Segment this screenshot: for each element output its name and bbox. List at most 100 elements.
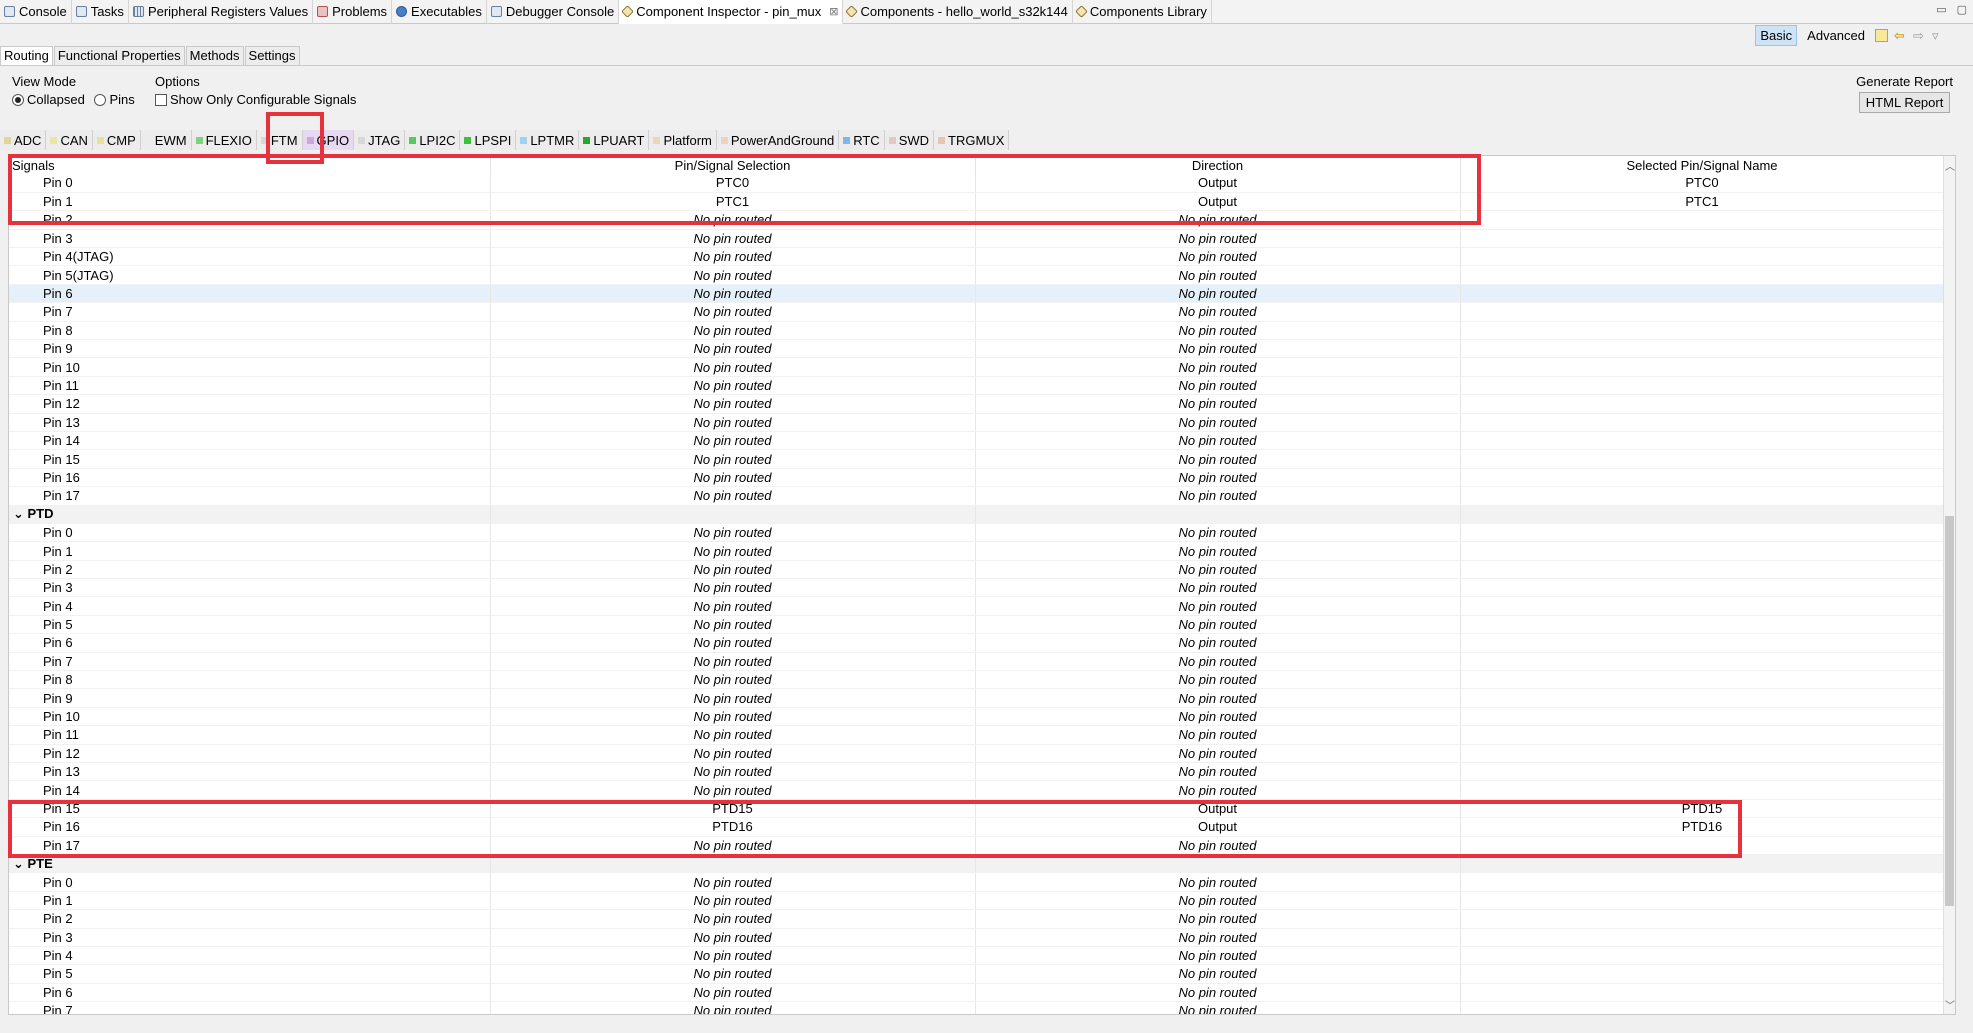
pin-signal-selection-cell[interactable]: PTC1 [490, 192, 976, 212]
vertical-scrollbar[interactable]: ︿ ﹀ [1943, 156, 1955, 1014]
table-row[interactable]: Pin 12 No pin routed No pin routed [9, 394, 1945, 414]
collapsed-radio[interactable]: Collapsed [12, 92, 85, 107]
pin-signal-selection-cell[interactable]: No pin routed [490, 449, 976, 469]
note-icon[interactable] [1875, 29, 1888, 42]
direction-cell[interactable]: Output [975, 799, 1461, 819]
direction-cell[interactable]: No pin routed [975, 983, 1461, 1003]
header-signals[interactable]: Signals [9, 156, 491, 174]
pins-radio[interactable]: Pins [94, 92, 135, 107]
table-row[interactable]: Pin 16 No pin routed No pin routed [9, 468, 1945, 488]
pin-signal-selection-cell[interactable]: No pin routed [490, 909, 976, 929]
table-row[interactable]: Pin 9 No pin routed No pin routed [9, 339, 1945, 359]
table-row[interactable]: Pin 7 No pin routed No pin routed [9, 652, 1945, 672]
direction-cell[interactable]: No pin routed [975, 1001, 1461, 1014]
direction-cell[interactable]: No pin routed [975, 891, 1461, 911]
header-selected-pin-signal-name[interactable]: Selected Pin/Signal Name [1460, 156, 1945, 174]
table-row[interactable]: Pin 13 No pin routed No pin routed [9, 762, 1945, 782]
pin-signal-selection-cell[interactable]: No pin routed [490, 836, 976, 855]
direction-cell[interactable]: No pin routed [975, 836, 1461, 855]
table-row[interactable]: Pin 10 No pin routed No pin routed [9, 357, 1945, 377]
pin-signal-selection-cell[interactable]: No pin routed [490, 284, 976, 304]
peripheral-tab-lpuart[interactable]: LPUART [579, 130, 650, 150]
direction-cell[interactable]: No pin routed [975, 431, 1461, 451]
direction-cell[interactable]: No pin routed [975, 707, 1461, 727]
radio-icon[interactable] [94, 94, 107, 106]
tab-routing[interactable]: Routing [0, 46, 53, 65]
direction-cell[interactable]: No pin routed [975, 596, 1461, 616]
direction-cell[interactable]: No pin routed [975, 928, 1461, 947]
direction-cell[interactable]: No pin routed [975, 615, 1461, 635]
pin-signal-selection-cell[interactable]: PTC0 [490, 174, 976, 193]
pin-signal-selection-cell[interactable]: No pin routed [490, 762, 976, 782]
peripheral-tab-gpio[interactable]: GPIO [302, 130, 355, 150]
direction-cell[interactable]: No pin routed [975, 725, 1461, 745]
direction-cell[interactable]: No pin routed [975, 909, 1461, 929]
direction-cell[interactable]: No pin routed [975, 265, 1461, 285]
group-label[interactable]: ⌄ PTD [9, 505, 491, 524]
direction-cell[interactable]: No pin routed [975, 413, 1461, 432]
pin-signal-selection-cell[interactable]: PTD15 [490, 799, 976, 819]
pin-signal-selection-cell[interactable]: No pin routed [490, 431, 976, 451]
direction-cell[interactable]: No pin routed [975, 210, 1461, 230]
view-tab-component-inspector-pin-mux[interactable]: Component Inspector - pin_mux ⊠ [619, 0, 844, 24]
show-only-configurable-checkbox[interactable]: Show Only Configurable Signals [155, 92, 356, 107]
table-row[interactable]: Pin 8 No pin routed No pin routed [9, 321, 1945, 341]
table-row[interactable]: Pin 2 No pin routed No pin routed [9, 560, 1945, 580]
scroll-up-icon[interactable]: ︿ [1944, 158, 1955, 173]
table-row[interactable]: Pin 2 No pin routed No pin routed [9, 210, 1945, 230]
direction-cell[interactable]: No pin routed [975, 449, 1461, 469]
peripheral-tab-rtc[interactable]: RTC [839, 130, 885, 150]
pin-signal-selection-cell[interactable]: No pin routed [490, 1001, 976, 1014]
peripheral-tab-trgmux[interactable]: TRGMUX [934, 130, 1010, 150]
pin-signal-selection-cell[interactable]: No pin routed [490, 394, 976, 414]
direction-cell[interactable]: No pin routed [975, 964, 1461, 984]
pin-signal-selection-cell[interactable]: No pin routed [490, 596, 976, 616]
table-row[interactable]: Pin 1 No pin routed No pin routed [9, 891, 1945, 911]
table-row[interactable]: Pin 2 No pin routed No pin routed [9, 909, 1945, 929]
pin-signal-selection-cell[interactable]: PTD16 [490, 817, 976, 837]
table-row[interactable]: Pin 6 No pin routed No pin routed [9, 633, 1945, 653]
pin-signal-selection-cell[interactable]: No pin routed [490, 523, 976, 543]
scrollbar-thumb[interactable] [1945, 516, 1954, 906]
direction-cell[interactable]: No pin routed [975, 357, 1461, 377]
table-row[interactable]: Pin 8 No pin routed No pin routed [9, 670, 1945, 690]
view-menu-icon[interactable]: ▿ [1932, 29, 1945, 42]
chevron-down-icon[interactable]: ⌄ [13, 506, 28, 521]
basic-mode-button[interactable]: Basic [1755, 25, 1798, 46]
peripheral-tab-platform[interactable]: Platform [649, 130, 717, 150]
table-row[interactable]: Pin 10 No pin routed No pin routed [9, 707, 1945, 727]
maximize-icon[interactable]: ▢ [1957, 3, 1967, 16]
direction-cell[interactable]: No pin routed [975, 560, 1461, 580]
table-row[interactable]: Pin 14 No pin routed No pin routed [9, 431, 1945, 451]
group-row[interactable]: ⌄ PTE [9, 854, 1945, 874]
pin-signal-selection-cell[interactable]: No pin routed [490, 229, 976, 249]
pin-signal-selection-cell[interactable]: No pin routed [490, 578, 976, 598]
table-row[interactable]: Pin 12 No pin routed No pin routed [9, 744, 1945, 764]
direction-cell[interactable]: No pin routed [975, 284, 1461, 304]
pin-signal-selection-cell[interactable]: No pin routed [490, 376, 976, 396]
direction-cell[interactable]: No pin routed [975, 376, 1461, 396]
table-row[interactable]: Pin 13 No pin routed No pin routed [9, 413, 1945, 432]
table-row[interactable]: Pin 4 No pin routed No pin routed [9, 596, 1945, 616]
pin-signal-selection-cell[interactable]: No pin routed [490, 210, 976, 230]
direction-cell[interactable]: No pin routed [975, 523, 1461, 543]
peripheral-tab-lpspi[interactable]: LPSPI [460, 130, 517, 150]
direction-cell[interactable]: No pin routed [975, 872, 1461, 892]
view-tab-executables[interactable]: Executables [392, 0, 487, 24]
table-row[interactable]: Pin 0 PTC0 Output PTC0 [9, 174, 1945, 193]
table-row[interactable]: Pin 17 No pin routed No pin routed [9, 486, 1945, 506]
tab-settings[interactable]: Settings [244, 46, 300, 65]
table-row[interactable]: Pin 5 No pin routed No pin routed [9, 615, 1945, 635]
table-row[interactable]: Pin 7 No pin routed No pin routed [9, 1001, 1945, 1014]
table-row[interactable]: Pin 15 PTD15 Output PTD15 [9, 799, 1945, 819]
pin-signal-selection-cell[interactable]: No pin routed [490, 725, 976, 745]
direction-cell[interactable]: No pin routed [975, 688, 1461, 708]
html-report-button[interactable]: HTML Report [1858, 92, 1951, 113]
pin-signal-selection-cell[interactable]: No pin routed [490, 541, 976, 561]
peripheral-tab-adc[interactable]: ADC [0, 130, 47, 150]
direction-cell[interactable]: No pin routed [975, 744, 1461, 764]
tab-methods[interactable]: Methods [185, 46, 244, 65]
table-row[interactable]: Pin 1 No pin routed No pin routed [9, 541, 1945, 561]
pin-signal-selection-cell[interactable]: No pin routed [490, 321, 976, 341]
direction-cell[interactable]: No pin routed [975, 946, 1461, 966]
